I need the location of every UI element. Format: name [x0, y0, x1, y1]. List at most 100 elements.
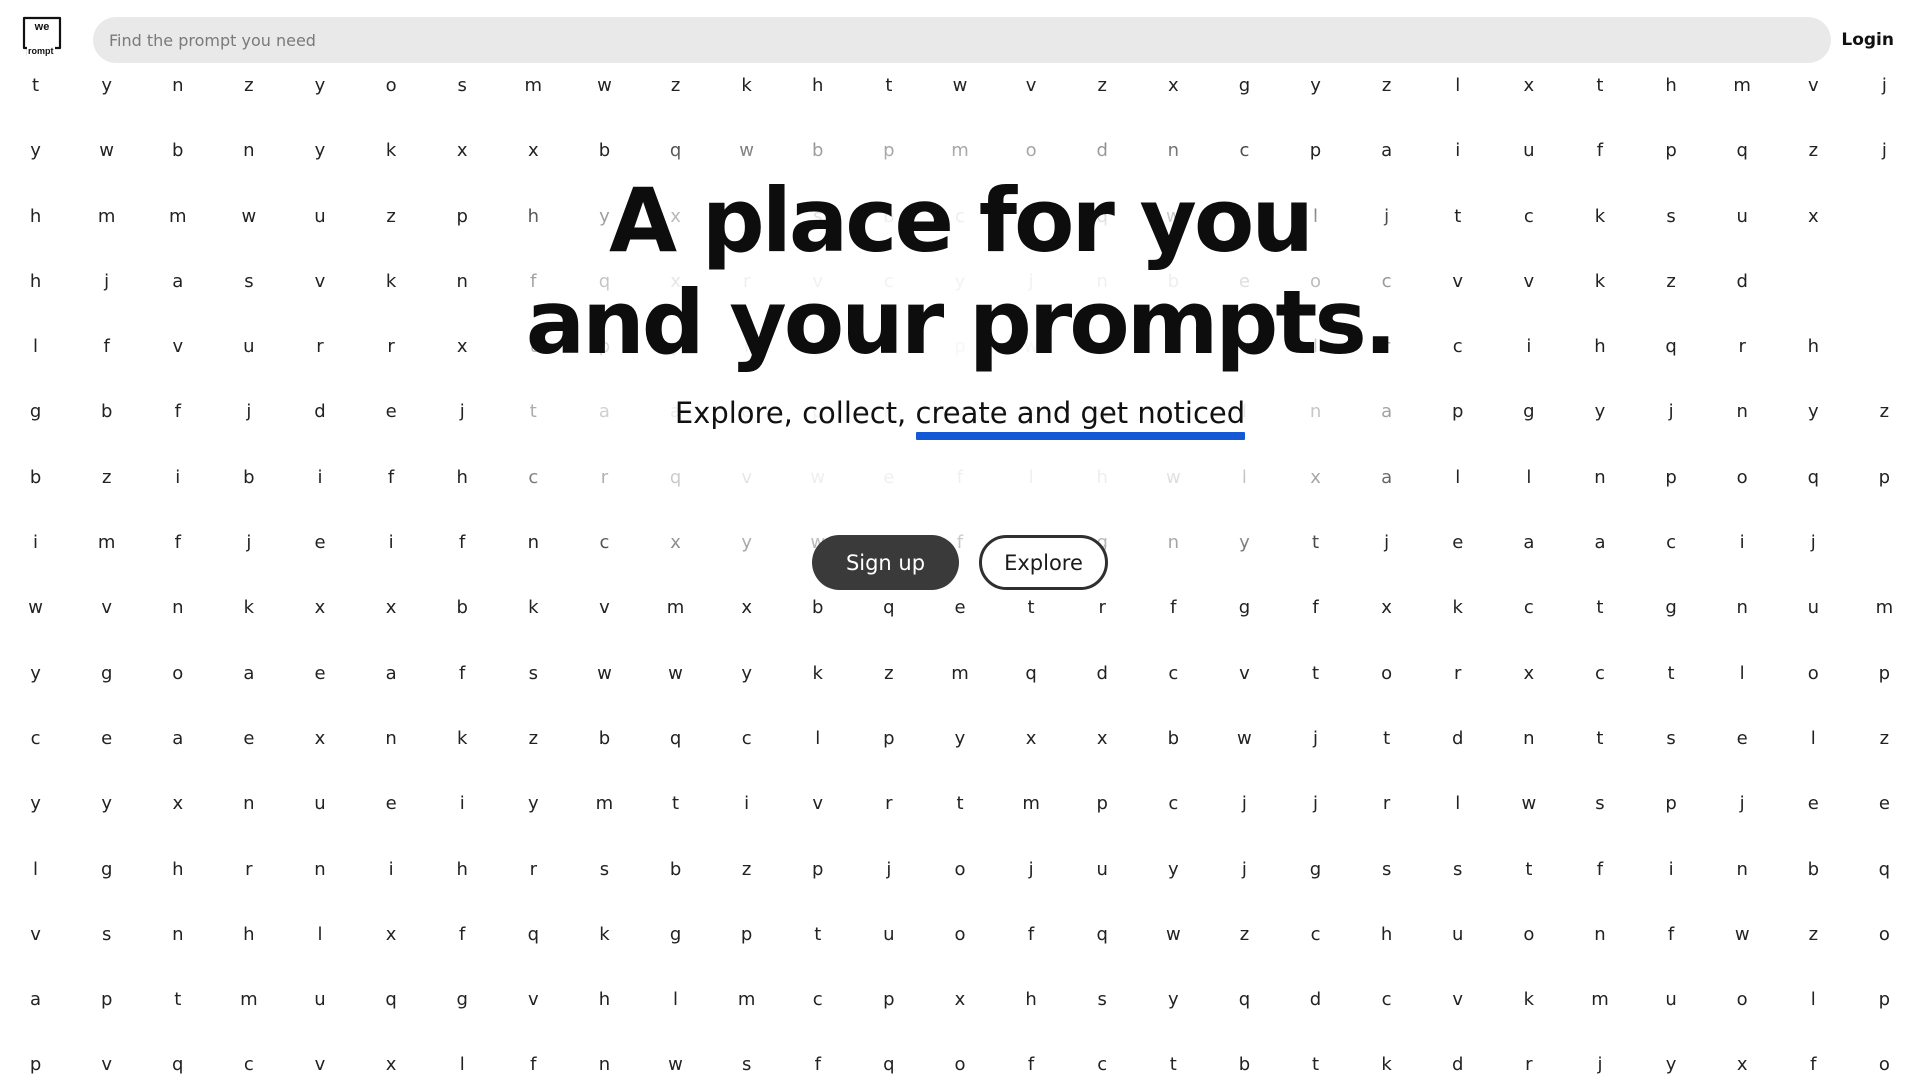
grid-letter: k [1381, 1054, 1392, 1076]
grid-letter [1849, 263, 1920, 328]
grid-letter: j [246, 401, 252, 423]
grid-letter: k [1168, 336, 1179, 358]
grid-letter: q [1665, 336, 1677, 358]
grid-letter: l [1526, 466, 1532, 488]
grid-letter: i [459, 793, 465, 815]
grid-letter: m [595, 793, 614, 815]
grid-letter: b [1167, 270, 1180, 292]
grid-letter: j [1241, 858, 1247, 880]
grid-letter: y [527, 793, 539, 815]
grid-letter: s [244, 270, 254, 292]
grid-letter [1849, 198, 1920, 263]
grid-letter: f [814, 1054, 821, 1076]
grid-letter: v [1239, 662, 1250, 684]
grid-letter: l [1455, 793, 1461, 815]
grid-letter: u [1665, 989, 1677, 1011]
grid-letter: w [1734, 923, 1750, 945]
grid-letter: l [673, 989, 679, 1011]
grid-letter: l [1313, 336, 1319, 358]
grid-letter: q [172, 1054, 184, 1076]
grid-letter: e [243, 727, 255, 749]
grid-letter: w [1237, 727, 1252, 749]
grid-letter: n [1167, 401, 1180, 423]
grid-letter: l [815, 727, 821, 749]
grid-letter: p [1665, 466, 1677, 488]
grid-letter: g [1238, 597, 1251, 619]
grid-letter: c [883, 270, 894, 292]
grid-letter: p [1878, 466, 1891, 488]
grid-letter: y [670, 336, 681, 358]
grid-letter: y [1665, 1054, 1677, 1076]
search-input[interactable] [93, 17, 1831, 63]
grid-letter: r [1240, 205, 1249, 227]
grid-letter: h [29, 205, 42, 227]
grid-letter: x [954, 989, 966, 1011]
grid-letter: z [1808, 923, 1819, 945]
grid-letter: p [883, 727, 895, 749]
grid-letter: z [528, 727, 539, 749]
grid-letter: t [1311, 1054, 1320, 1076]
grid-letter: m [240, 989, 258, 1011]
grid-letter: y [1167, 858, 1179, 880]
grid-letter: w [99, 140, 115, 162]
grid-letter: c [741, 727, 752, 749]
grid-letter: z [1879, 401, 1890, 423]
grid-letter: h [1096, 466, 1108, 488]
grid-letter: t [1383, 727, 1391, 749]
grid-letter: a [1381, 466, 1393, 488]
grid-letter: j [459, 401, 465, 423]
grid-letter: r [1382, 793, 1391, 815]
grid-letter: u [314, 205, 326, 227]
grid-letter: w [1165, 205, 1181, 227]
grid-letter: n [243, 140, 255, 162]
grid-letter: y [954, 401, 966, 423]
grid-letter: c [1168, 793, 1179, 815]
grid-letter: i [1668, 858, 1674, 880]
grid-letter: q [883, 597, 895, 619]
grid-letter: k [1452, 597, 1463, 619]
grid-letter: a [243, 662, 255, 684]
grid-letter: j [1241, 793, 1247, 815]
grid-letter: q [1096, 401, 1108, 423]
grid-letter: p [456, 205, 468, 227]
grid-letter: q [527, 923, 540, 945]
grid-letter: j [1881, 140, 1887, 162]
grid-letter: n [1736, 597, 1748, 619]
login-link[interactable]: Login [1841, 30, 1894, 50]
grid-letter: u [1523, 140, 1535, 162]
grid-letter: y [1807, 401, 1819, 423]
grid-letter: m [951, 140, 969, 162]
grid-letter: f [459, 662, 466, 684]
grid-letter: t [1169, 1054, 1177, 1076]
grid-letter: r [387, 336, 395, 358]
grid-letter: i [317, 466, 323, 488]
grid-letter: f [1027, 923, 1035, 945]
grid-letter: r [1454, 662, 1462, 684]
grid-letter: v [172, 336, 184, 358]
grid-letter: b [29, 466, 42, 488]
grid-letter: u [243, 336, 255, 358]
grid-letter: p [812, 401, 824, 423]
grid-letter: x [1523, 662, 1535, 684]
grid-letter: t [1525, 858, 1533, 880]
page: t y n z y o s m w z k h t w v z x g y z l x t h m v j y w b n y k x x b q w b p… [0, 0, 1920, 1080]
grid-letter: p [598, 336, 611, 358]
grid-letter: q [1238, 336, 1251, 358]
grid-letter: i [175, 466, 181, 488]
grid-letter: r [316, 336, 324, 358]
grid-letter: p [883, 989, 895, 1011]
grid-letter: u [883, 923, 895, 945]
grid-letter: c [1523, 597, 1534, 619]
explore-button[interactable]: Explore [979, 535, 1108, 590]
logo[interactable]: we rompt [22, 16, 62, 58]
grid-letter: p [954, 336, 966, 358]
grid-letter: y [314, 140, 326, 162]
signup-button[interactable]: Sign up [812, 535, 959, 590]
grid-letter: t [529, 401, 537, 423]
grid-letter: q [1807, 466, 1819, 488]
grid-letter: s [528, 662, 539, 684]
grid-letter: f [1596, 858, 1604, 880]
grid-letter: n [1167, 140, 1180, 162]
grid-letter: f [459, 923, 466, 945]
grid-letter: f [530, 1054, 537, 1076]
